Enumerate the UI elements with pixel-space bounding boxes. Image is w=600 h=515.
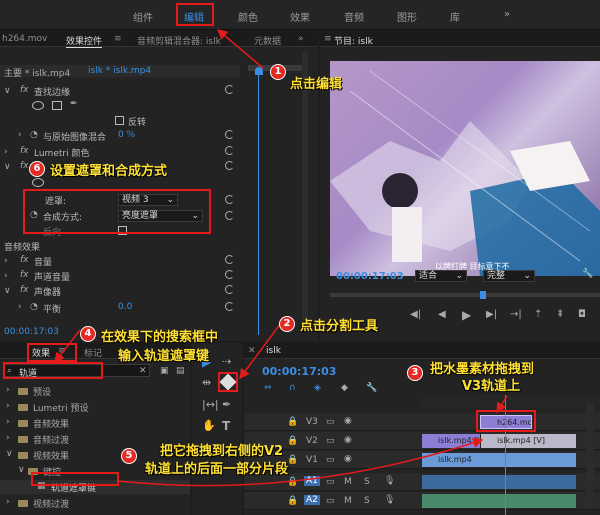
step-badge: 6 — [29, 161, 45, 177]
step-badge: 5 — [121, 448, 137, 464]
step-badge: 2 — [279, 316, 295, 332]
step-badge: 4 — [80, 326, 96, 342]
step-badge: 1 — [270, 64, 286, 80]
annotation-text: 把它拖拽到右侧的V2 — [160, 444, 284, 459]
annotation-text: 点击编辑 — [290, 77, 343, 92]
step-badge: 3 — [407, 365, 423, 381]
annotation-text: 在效果下的搜索框中 — [101, 330, 219, 345]
annotation-text: 点击分割工具 — [300, 319, 379, 334]
annotation-text: V3轨道上 — [462, 379, 521, 394]
annotation-text: 轨道上的后面一部分片段 — [145, 462, 289, 477]
annotation-text: 输入轨道遮罩键 — [118, 349, 210, 364]
annotation-text: 设置遮罩和合成方式 — [50, 164, 168, 179]
